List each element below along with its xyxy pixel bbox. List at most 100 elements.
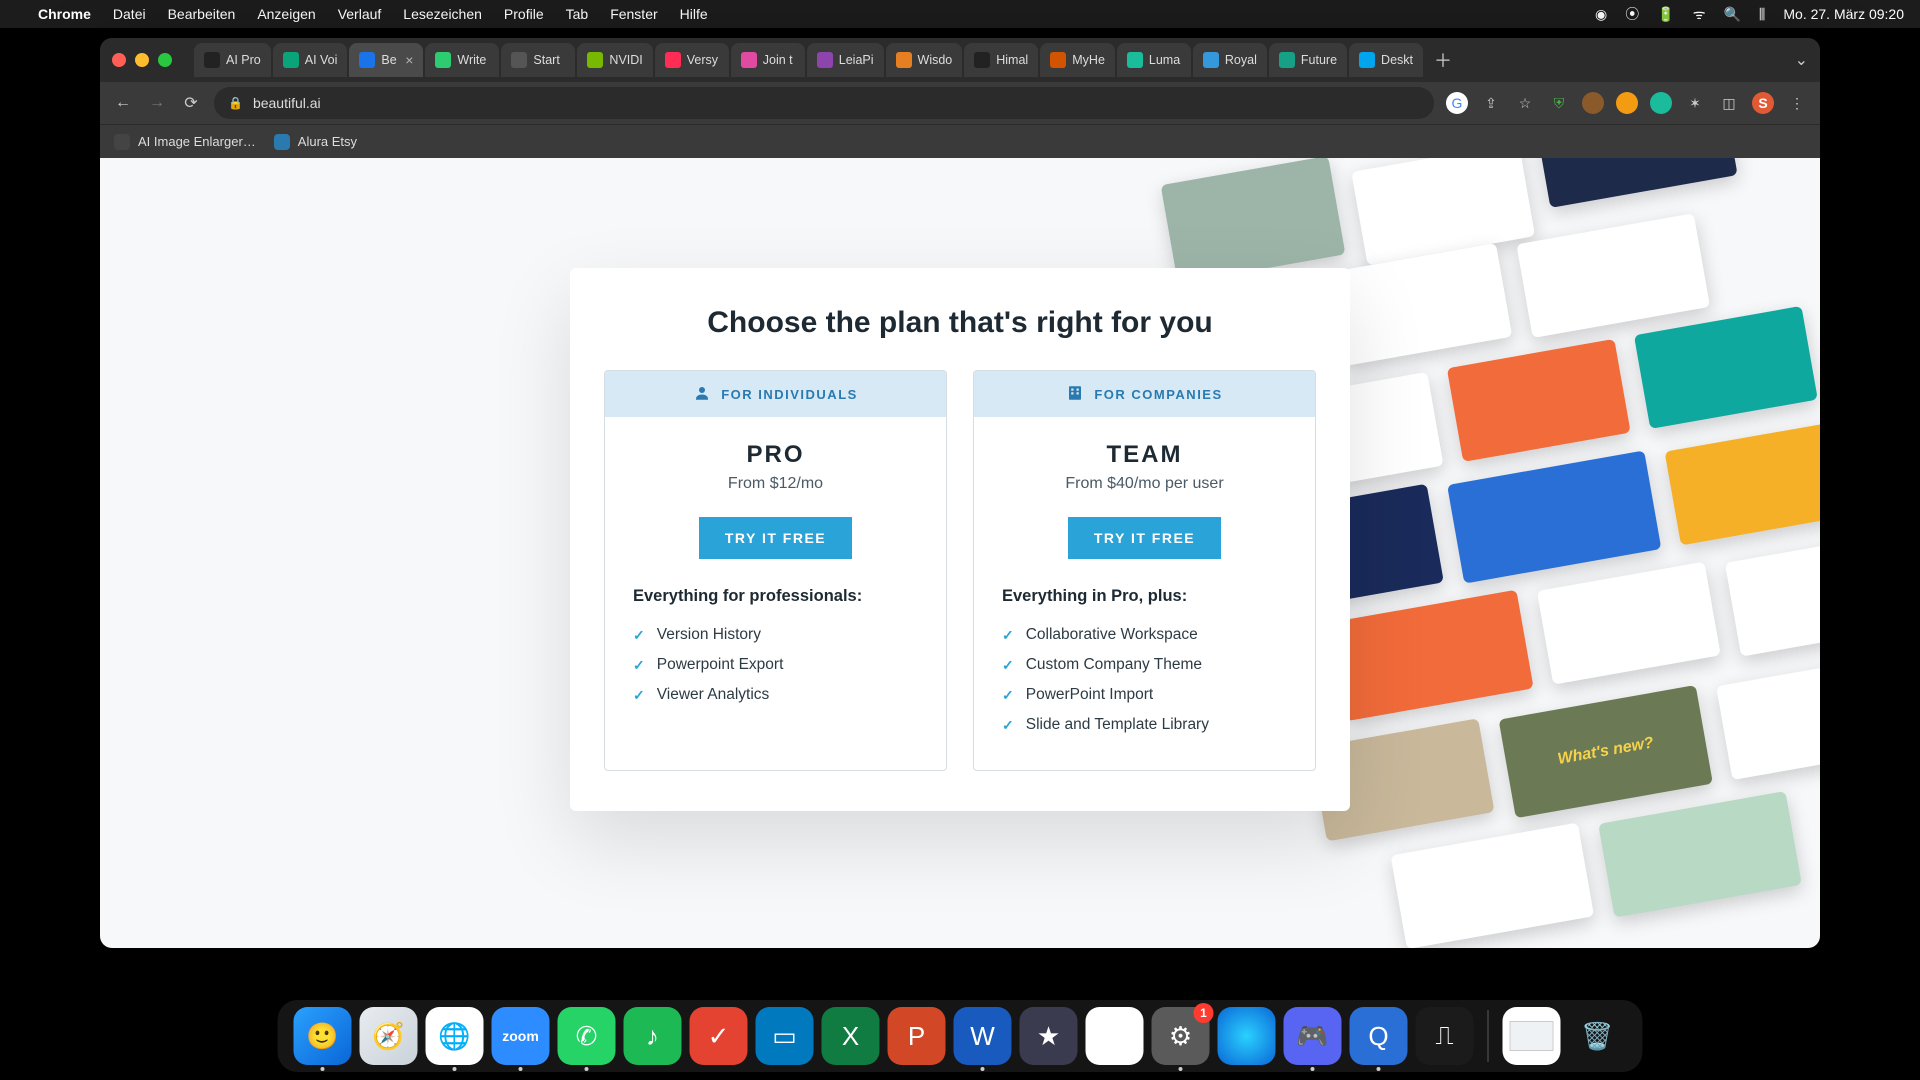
menu-fenster[interactable]: Fenster: [610, 6, 657, 22]
try-free-button[interactable]: TRY IT FREE: [1068, 517, 1221, 559]
browser-tab[interactable]: Write: [425, 43, 499, 77]
extension-shield-icon[interactable]: ⛨: [1548, 92, 1570, 114]
macos-dock: 🙂🧭🌐zoom✆♪✓▭XPW★▲⚙1 🎮Q⎍ 🗑️: [278, 1000, 1643, 1072]
chrome-menu-icon[interactable]: ⋮: [1786, 92, 1808, 114]
plan-feature-item: ✓Custom Company Theme: [1002, 650, 1287, 680]
dock-app-powerpoint[interactable]: P: [888, 1007, 946, 1065]
dock-minimized-window[interactable]: [1503, 1007, 1561, 1065]
share-icon[interactable]: ⇪: [1480, 92, 1502, 114]
check-icon: ✓: [1002, 627, 1014, 644]
dock-app-finder[interactable]: 🙂: [294, 1007, 352, 1065]
dock-app-siri[interactable]: [1218, 1007, 1276, 1065]
menu-anzeigen[interactable]: Anzeigen: [257, 6, 315, 22]
dock-app-drive[interactable]: ▲: [1086, 1007, 1144, 1065]
bookmark-star-icon[interactable]: ☆: [1514, 92, 1536, 114]
back-button[interactable]: ←: [112, 92, 134, 114]
dock-app-spotify[interactable]: ♪: [624, 1007, 682, 1065]
bookmarks-bar: AI Image Enlarger… Alura Etsy: [100, 124, 1820, 158]
bookmark-ai-image-enlarger[interactable]: AI Image Enlarger…: [114, 134, 256, 150]
lock-icon: 🔒: [228, 96, 243, 110]
window-controls: [112, 53, 172, 67]
menu-tab[interactable]: Tab: [566, 6, 589, 22]
browser-tab[interactable]: Wisdo: [886, 43, 963, 77]
control-center-icon[interactable]: ⫼: [1759, 6, 1765, 23]
minimize-window-button[interactable]: [135, 53, 149, 67]
tab-close-icon[interactable]: ×: [405, 52, 413, 68]
browser-tab[interactable]: Luma: [1117, 43, 1191, 77]
menubar-clock[interactable]: Mo. 27. März 09:20: [1783, 6, 1904, 22]
tab-label: NVIDI: [609, 53, 642, 67]
browser-tab[interactable]: LeiaPi: [807, 43, 884, 77]
plan-feature-label: Slide and Template Library: [1026, 716, 1209, 734]
browser-tab[interactable]: Royal: [1193, 43, 1267, 77]
browser-toolbar: ← → ⟳ 🔒 beautiful.ai G ⇪ ☆ ⛨ ✶ ◫ S ⋮: [100, 82, 1820, 124]
active-app-name[interactable]: Chrome: [38, 6, 91, 22]
plan-subheading: Everything in Pro, plus:: [1002, 587, 1287, 606]
check-icon: ✓: [633, 657, 645, 674]
plan-feature-label: Version History: [657, 626, 761, 644]
dock-app-zoom[interactable]: zoom: [492, 1007, 550, 1065]
dock-badge: 1: [1194, 1003, 1214, 1023]
menu-verlauf[interactable]: Verlauf: [338, 6, 382, 22]
profile-avatar[interactable]: S: [1752, 92, 1774, 114]
new-tab-button[interactable]: ＋: [1429, 46, 1457, 74]
menu-bearbeiten[interactable]: Bearbeiten: [168, 6, 236, 22]
translate-icon[interactable]: G: [1446, 92, 1468, 114]
extension-icon-3[interactable]: [1616, 92, 1638, 114]
plan-audience-label: FOR INDIVIDUALS: [721, 387, 858, 402]
plan-feature-item: ✓Powerpoint Export: [633, 650, 918, 680]
battery-icon[interactable]: 🔋: [1657, 6, 1674, 23]
forward-button[interactable]: →: [146, 92, 168, 114]
menu-datei[interactable]: Datei: [113, 6, 146, 22]
menu-hilfe[interactable]: Hilfe: [680, 6, 708, 22]
extension-icon-4[interactable]: [1650, 92, 1672, 114]
try-free-button[interactable]: TRY IT FREE: [699, 517, 852, 559]
browser-tab[interactable]: Be ×: [349, 43, 423, 77]
side-panel-icon[interactable]: ◫: [1718, 92, 1740, 114]
tab-label: AI Voi: [305, 53, 338, 67]
dock-trash[interactable]: 🗑️: [1569, 1007, 1627, 1065]
browser-tab[interactable]: AI Pro: [194, 43, 271, 77]
close-window-button[interactable]: [112, 53, 126, 67]
dock-app-excel[interactable]: X: [822, 1007, 880, 1065]
tab-overflow-button[interactable]: ⌄: [1795, 50, 1808, 70]
extensions-puzzle-icon[interactable]: ✶: [1684, 92, 1706, 114]
tab-favicon: [1279, 52, 1295, 68]
dock-app-voice-memos[interactable]: ⎍: [1416, 1007, 1474, 1065]
browser-tab[interactable]: MyHe: [1040, 43, 1115, 77]
maximize-window-button[interactable]: [158, 53, 172, 67]
dock-app-discord[interactable]: 🎮: [1284, 1007, 1342, 1065]
menu-lesezeichen[interactable]: Lesezeichen: [403, 6, 482, 22]
pricing-panel: Choose the plan that's right for you FOR…: [570, 268, 1350, 811]
browser-tab[interactable]: Himal: [964, 43, 1038, 77]
browser-tab[interactable]: Start: [501, 43, 575, 77]
dock-app-chrome[interactable]: 🌐: [426, 1007, 484, 1065]
wifi-icon[interactable]: ᯤ: [1693, 5, 1706, 24]
plan-feature-label: Collaborative Workspace: [1026, 626, 1198, 644]
dock-app-word[interactable]: W: [954, 1007, 1012, 1065]
browser-tab[interactable]: AI Voi: [273, 43, 348, 77]
dock-app-imovie[interactable]: ★: [1020, 1007, 1078, 1065]
browser-tab[interactable]: Future: [1269, 43, 1347, 77]
reload-button[interactable]: ⟳: [180, 92, 202, 114]
dock-app-quicktime[interactable]: Q: [1350, 1007, 1408, 1065]
dock-app-whatsapp[interactable]: ✆: [558, 1007, 616, 1065]
stop-icon[interactable]: ⦿: [1625, 4, 1639, 24]
extension-icon-2[interactable]: [1582, 92, 1604, 114]
dock-app-safari[interactable]: 🧭: [360, 1007, 418, 1065]
tab-favicon: [587, 52, 603, 68]
browser-tab[interactable]: Deskt: [1349, 43, 1423, 77]
tab-label: Be: [381, 53, 396, 67]
search-icon[interactable]: 🔍: [1723, 6, 1740, 23]
dock-app-settings[interactable]: ⚙1: [1152, 1007, 1210, 1065]
browser-tab[interactable]: NVIDI: [577, 43, 652, 77]
record-icon[interactable]: ◉: [1595, 6, 1607, 23]
address-bar[interactable]: 🔒 beautiful.ai: [214, 87, 1434, 119]
browser-tab[interactable]: Versy: [655, 43, 729, 77]
menu-profile[interactable]: Profile: [504, 6, 544, 22]
dock-app-trello[interactable]: ▭: [756, 1007, 814, 1065]
browser-tab[interactable]: Join t: [731, 43, 805, 77]
bookmark-alura-etsy[interactable]: Alura Etsy: [274, 134, 357, 150]
dock-app-todoist[interactable]: ✓: [690, 1007, 748, 1065]
chrome-window: AI Pro AI Voi Be × WriteStart NVIDI VersyJoin …: [100, 38, 1820, 948]
